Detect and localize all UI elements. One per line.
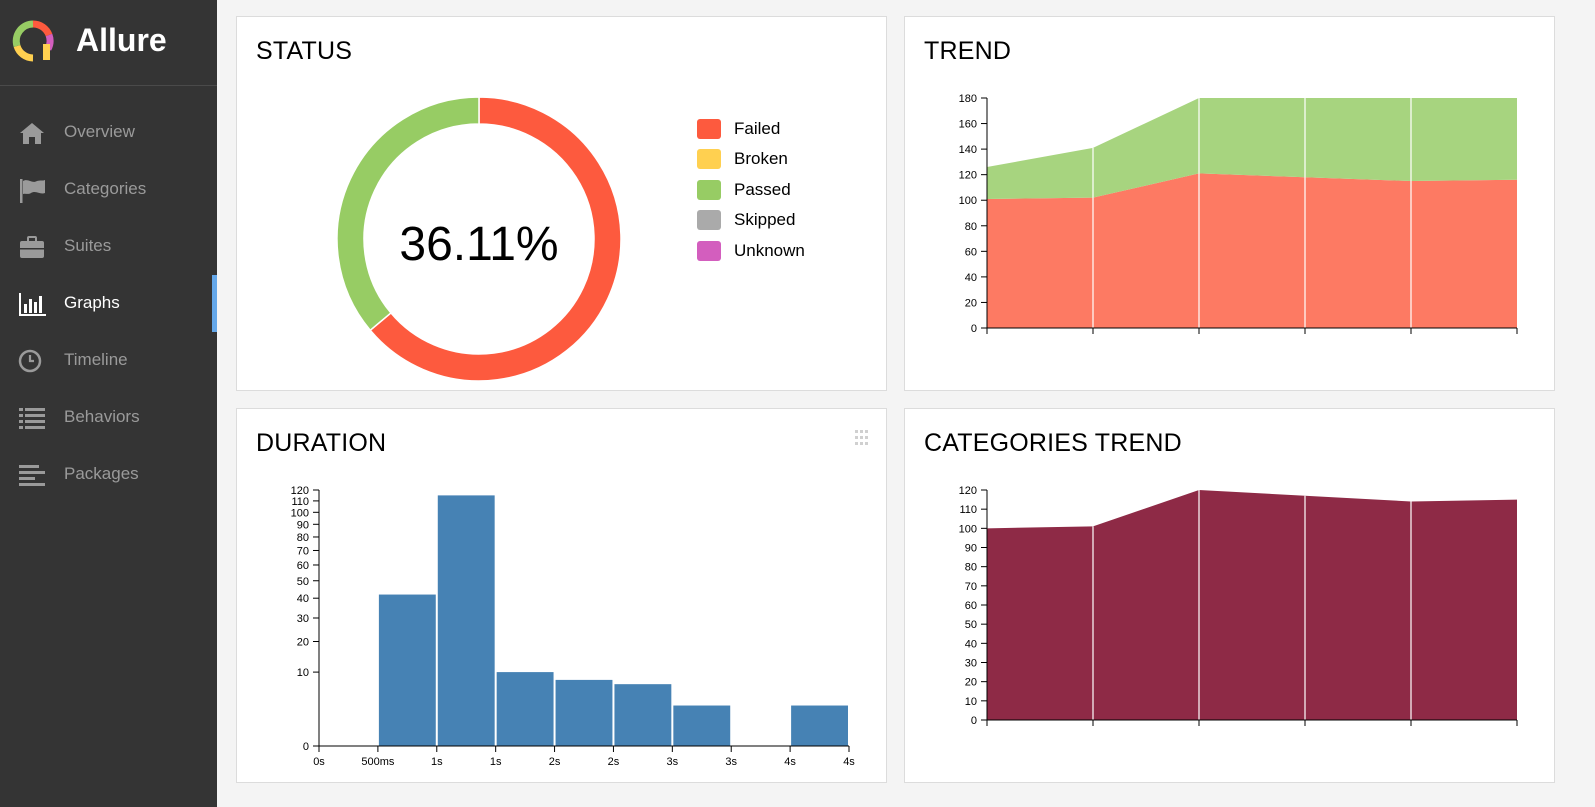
status-percent: 36.11% (399, 218, 558, 271)
sidebar-item-graphs[interactable]: Graphs (0, 275, 217, 332)
y-tick-label: 70 (297, 545, 309, 557)
clock-icon (18, 349, 42, 373)
y-tick-label: 50 (965, 619, 977, 631)
legend-label: Unknown (734, 241, 805, 260)
x-tick-label: 4s (843, 756, 855, 768)
sidebar-item-label: Overview (64, 122, 135, 141)
x-tick-label: 1s (490, 756, 502, 768)
sidebar-item-label: Categories (64, 179, 147, 198)
legend-label: Passed (734, 180, 791, 199)
x-tick-label: 2s (608, 756, 620, 768)
y-tick-label: 50 (297, 576, 309, 588)
histogram-bar (791, 705, 848, 746)
legend-swatch (697, 180, 721, 200)
sidebar-item-behaviors[interactable]: Behaviors (0, 389, 217, 446)
trend-area-chart: 0 20 40 60 80 100 120 140 160 180 (959, 93, 1518, 335)
legend-swatch (697, 241, 721, 261)
histogram-bar (673, 705, 731, 746)
status-panel: STATUS 36.11% Failed Broken Passed Skipp… (236, 16, 887, 391)
legend-label: Skipped (734, 210, 796, 229)
legend-label: Failed (734, 119, 781, 138)
y-tick-label: 30 (965, 658, 977, 670)
y-tick-label: 60 (965, 600, 977, 612)
y-tick-label: 20 (965, 677, 977, 689)
y-tick-label: 140 (959, 144, 977, 156)
y-tick-label: 120 (959, 485, 977, 497)
y-tick-label: 100 (959, 523, 977, 535)
legend-swatch (697, 149, 721, 169)
x-tick-label: 1s (431, 756, 443, 768)
allure-logo-icon (12, 20, 54, 62)
area-series-main (987, 490, 1517, 720)
y-tick-label: 60 (297, 560, 309, 572)
sidebar-item-label: Behaviors (64, 407, 140, 426)
sidebar-item-suites[interactable]: Suites (0, 218, 217, 275)
y-tick-label: 30 (297, 613, 309, 625)
histogram-bar (555, 679, 613, 746)
y-tick-label: 20 (297, 636, 309, 648)
y-tick-label: 70 (965, 581, 977, 593)
sidebar-item-label: Graphs (64, 293, 120, 312)
y-tick-label: 100 (291, 507, 309, 519)
duration-panel: DURATION 0 10 20 30 40 50 60 70 80 90 100 110 120 0s 5… (236, 408, 887, 783)
y-tick-label: 0 (971, 323, 977, 335)
x-tick-label: 0s (313, 756, 325, 768)
y-tick-label: 160 (959, 119, 977, 131)
y-tick-label: 20 (965, 297, 977, 309)
home-icon (20, 123, 44, 144)
legend-swatch (697, 119, 721, 139)
align-left-icon (19, 465, 45, 486)
sidebar-item-categories[interactable]: Categories (0, 161, 217, 218)
list-icon (19, 408, 45, 429)
app-name[interactable]: Allure (76, 22, 167, 59)
status-donut-chart: 36.11% (336, 96, 622, 382)
pie-slice-passed (336, 96, 480, 332)
sidebar-item-packages[interactable]: Packages (0, 446, 217, 503)
y-tick-label: 110 (959, 504, 977, 516)
x-tick-label: 500ms (361, 756, 395, 768)
x-tick-label: 3s (667, 756, 679, 768)
categories-trend-area-chart: 0 10 20 30 40 50 60 70 80 90 100 110 120 (959, 485, 1518, 727)
histogram-bar (496, 672, 554, 746)
histogram-bar (378, 594, 436, 746)
sidebar-item-timeline[interactable]: Timeline (0, 332, 217, 389)
y-tick-label: 90 (965, 543, 977, 555)
y-tick-label: 40 (965, 638, 977, 650)
y-tick-label: 0 (971, 715, 977, 727)
bar-chart-icon (19, 293, 46, 316)
duration-histogram: 0 10 20 30 40 50 60 708090100110120 0s 500ms 1s 1s 2… (291, 485, 856, 768)
legend-swatch (697, 210, 721, 230)
y-tick-label: 80 (965, 562, 977, 574)
y-tick-label: 40 (297, 593, 309, 605)
y-tick-label: 110 (291, 496, 309, 508)
y-tick-label: 90 (297, 519, 309, 531)
trend-panel: TREND 0 20 40 60 80 100 120 140 160 180 (904, 16, 1555, 391)
sidebar-item-label: Packages (64, 464, 139, 483)
x-tick-label: 2s (549, 756, 561, 768)
brand-header: Allure (0, 0, 217, 86)
y-tick-label: 80 (297, 532, 309, 544)
y-tick-label: 40 (965, 272, 977, 284)
x-tick-label: 4s (784, 756, 796, 768)
x-tick-label: 3s (725, 756, 737, 768)
histogram-bar (437, 495, 495, 746)
y-tick-label: 180 (959, 93, 977, 105)
y-tick-label: 120 (291, 485, 309, 497)
sidebar-item-label: Suites (64, 236, 112, 255)
sidebar: Allure Overview Categories Suites Graphs… (0, 0, 217, 807)
y-tick-label: 100 (959, 195, 977, 207)
y-tick-label: 120 (959, 170, 977, 182)
flag-icon (20, 179, 45, 203)
legend-label: Broken (734, 149, 788, 168)
y-tick-label: 10 (297, 667, 309, 679)
y-tick-label: 10 (965, 696, 977, 708)
sidebar-item-overview[interactable]: Overview (0, 104, 217, 161)
briefcase-icon (20, 236, 44, 258)
y-tick-label: 0 (303, 741, 309, 753)
categories-trend-panel: CATEGORIES TREND 0 10 20 30 40 50 60 70 80 90 100 1… (904, 408, 1555, 783)
histogram-bar (614, 684, 672, 746)
sidebar-item-label: Timeline (64, 350, 128, 369)
y-tick-label: 80 (965, 221, 977, 233)
y-tick-label: 60 (965, 246, 977, 258)
